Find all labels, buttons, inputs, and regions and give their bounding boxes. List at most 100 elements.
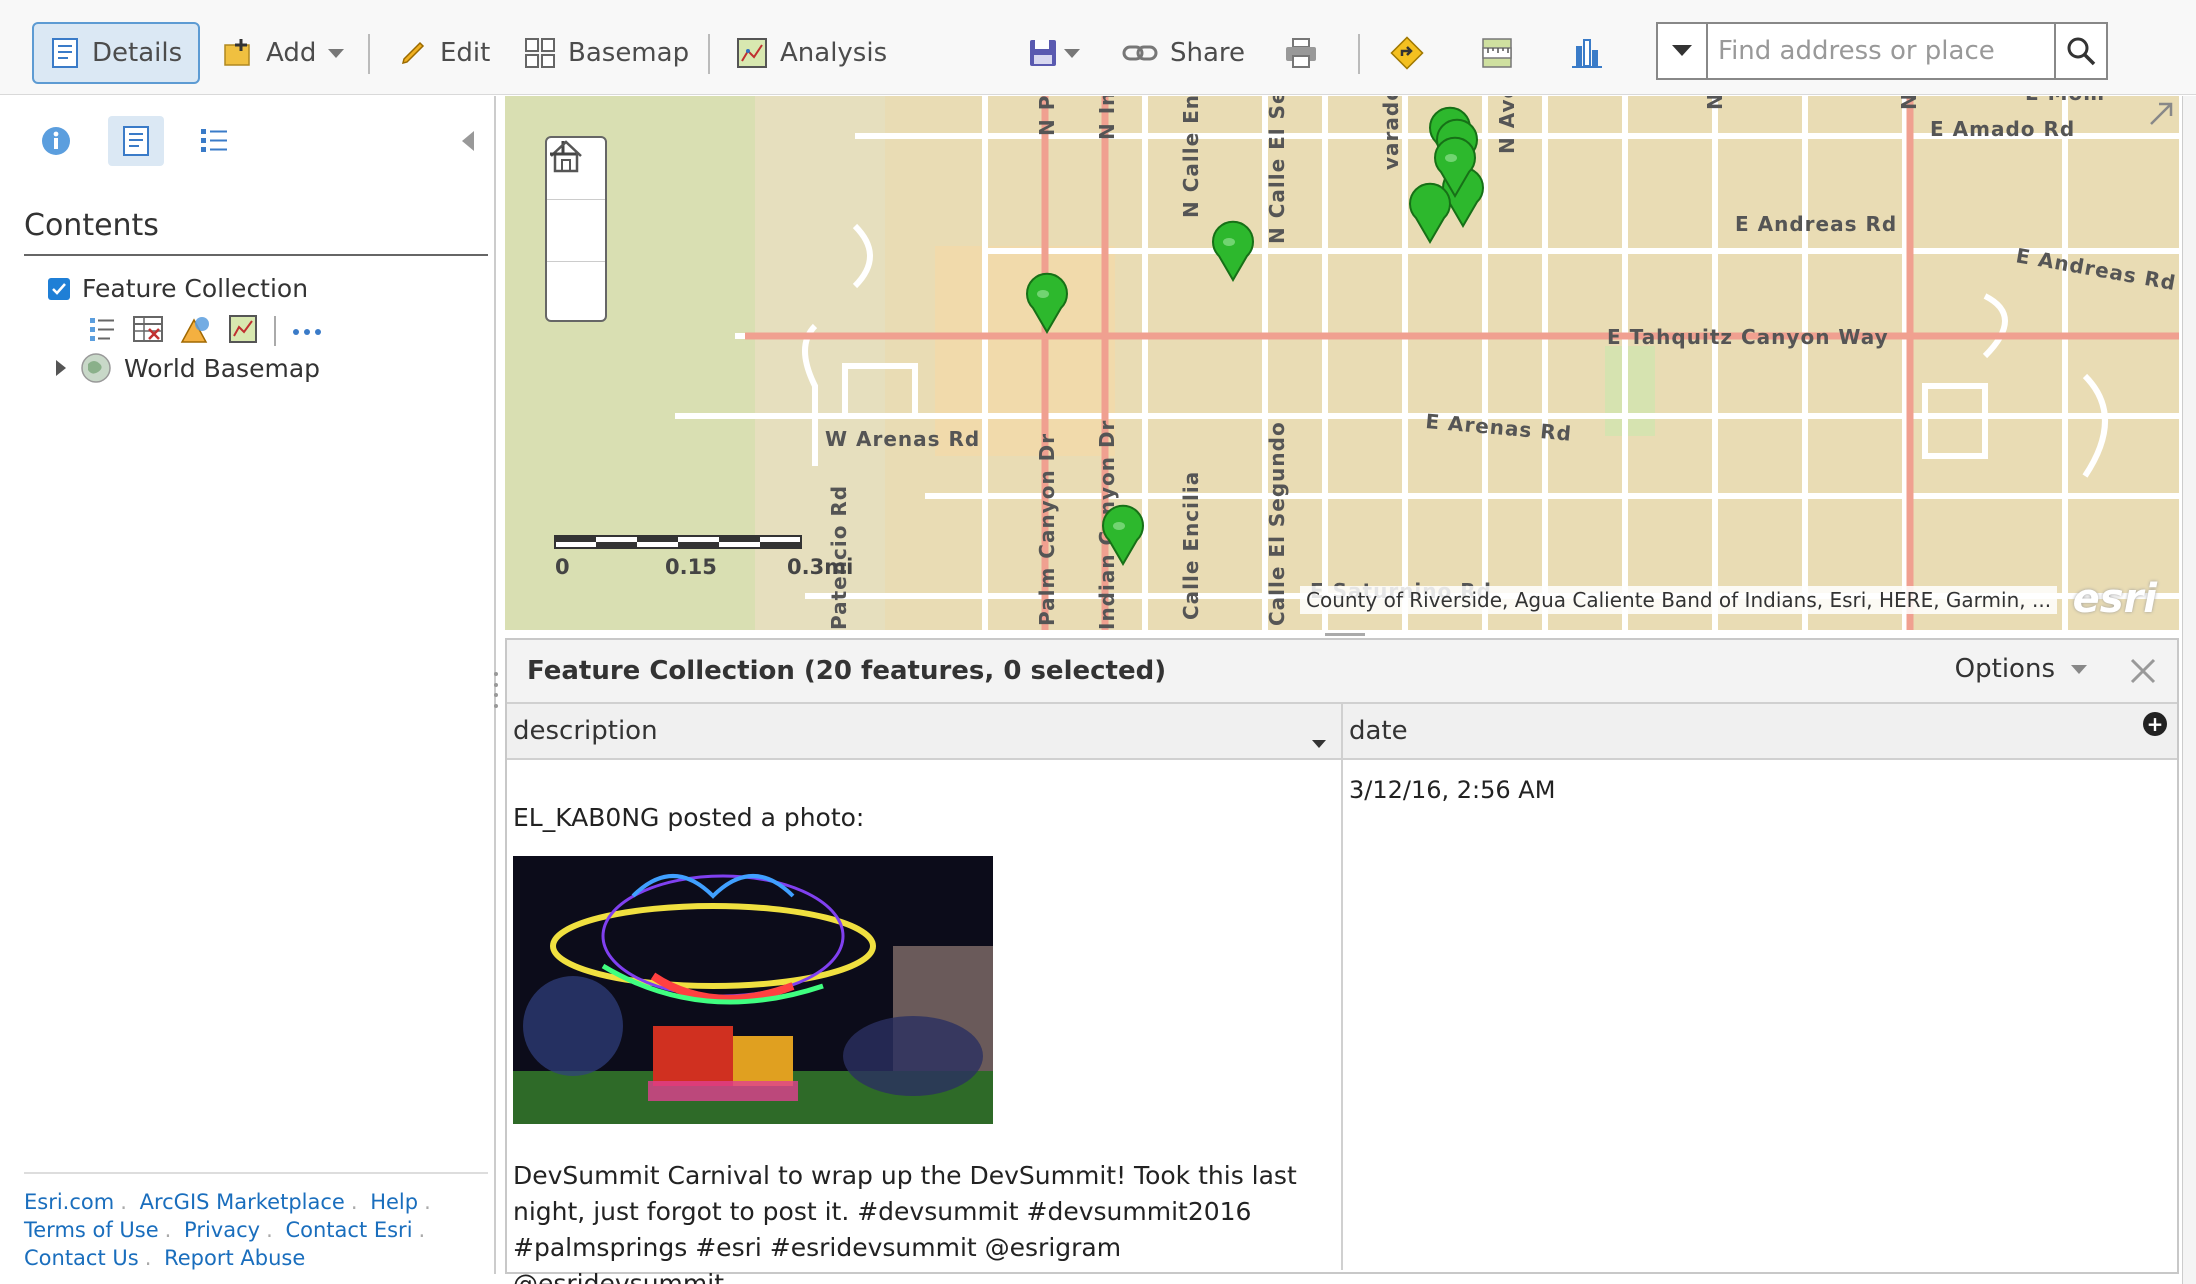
details-button[interactable]: Details (32, 22, 201, 84)
layer-label: World Basemap (124, 353, 321, 383)
analysis-label: Analysis (780, 38, 888, 68)
help-link[interactable]: Help (370, 1190, 418, 1214)
esri-com-link[interactable]: Esri.com (24, 1190, 114, 1214)
road-label-arenas-west: W Arenas Rd (825, 427, 980, 451)
table-options-button[interactable]: Options (1955, 654, 2087, 684)
edit-button[interactable]: Edit (388, 22, 500, 84)
chevron-left-icon (462, 131, 474, 151)
analysis-button[interactable]: Analysis (726, 22, 897, 84)
layer-world-basemap[interactable]: World Basemap (54, 352, 320, 384)
share-button[interactable]: Share (1112, 22, 1255, 84)
report-abuse-link[interactable]: Report Abuse (164, 1246, 305, 1270)
basemap-button[interactable]: Basemap (514, 22, 699, 84)
column-header-description[interactable]: description (507, 704, 1343, 758)
road-label-tahquitz: E Tahquitz Canyon Way (1607, 325, 1889, 349)
tab-contents[interactable] (108, 116, 164, 166)
post-header: EL_KAB0NG posted a photo: (513, 800, 1335, 836)
basemap-grid-icon (525, 38, 555, 68)
toolbar-divider (708, 34, 710, 74)
post-username: EL_KAB0NG (513, 803, 660, 832)
scale-label-mid: 0.15 (665, 555, 717, 579)
contact-us-link[interactable]: Contact Us (24, 1246, 139, 1270)
collapse-panel-button[interactable] (460, 130, 476, 156)
carnival-ride-photo (513, 856, 993, 1124)
privacy-link[interactable]: Privacy (184, 1218, 260, 1242)
layer-feature-collection[interactable]: Feature Collection (48, 274, 308, 303)
road-label-calle-encilia: Calle Encilia (1179, 471, 1203, 620)
separator-dot: . (164, 1218, 172, 1242)
show-table-button[interactable] (132, 315, 164, 347)
perform-analysis-button[interactable] (228, 314, 258, 348)
expand-triangle-icon[interactable] (54, 359, 68, 377)
sidebar: Contents Feature Collection World Basema… (8, 96, 496, 1274)
printer-icon (1286, 38, 1316, 68)
layer-visibility-checkbox[interactable] (48, 277, 70, 300)
add-button[interactable]: Add (212, 22, 354, 84)
attribute-table: Feature Collection (20 features, 0 selec… (505, 638, 2179, 1284)
post-caption: DevSummit Carnival to wrap up the DevSum… (513, 1161, 1297, 1284)
directions-button[interactable] (1380, 22, 1434, 84)
more-options-button[interactable] (292, 322, 322, 341)
column-header-date[interactable]: date + (1343, 704, 2177, 758)
default-extent-button[interactable] (547, 140, 605, 262)
search-button[interactable] (2054, 24, 2106, 78)
post-photo (513, 856, 993, 1124)
arcgis-marketplace-link[interactable]: ArcGIS Marketplace (140, 1190, 345, 1214)
date-cell: 3/12/16, 2:56 AM (1349, 776, 1556, 804)
road-label-calle-el-segundo: Calle El Segundo (1265, 421, 1289, 626)
divider (24, 254, 488, 256)
window-scrollbar[interactable] (2182, 96, 2196, 1284)
table-row[interactable]: EL_KAB0NG posted a photo: DevSummit Carn… (507, 760, 2177, 1284)
road-label-n-in: N In (1095, 96, 1119, 140)
bookmarks-button[interactable] (1560, 22, 1614, 84)
road-label-andreas-1: E Andreas Rd (1735, 212, 1897, 236)
column-label: date (1349, 716, 1408, 746)
chevron-down-icon (2071, 664, 2087, 674)
save-button[interactable] (1018, 22, 1090, 84)
toolbar-divider (1358, 34, 1360, 74)
terms-of-use-link[interactable]: Terms of Use (24, 1218, 159, 1242)
road-label-amado: E Amado Rd (1930, 117, 2075, 141)
toolbar-divider (368, 34, 370, 74)
minus-icon (550, 152, 576, 156)
map-view[interactable]: E Amado Rd E Andreas Rd E Andreas Rd E T… (505, 96, 2179, 630)
search-icon (2067, 37, 2096, 66)
road-label-alvarado: varado (1379, 96, 1403, 170)
park-area (505, 96, 755, 630)
print-button[interactable] (1274, 22, 1328, 84)
contents-title: Contents (24, 208, 159, 243)
tab-about[interactable] (28, 116, 84, 166)
show-legend-button[interactable] (88, 315, 116, 347)
style-shapes-icon (180, 317, 209, 343)
road-label-mom: E Mom (2025, 96, 2105, 105)
save-icon (1030, 40, 1056, 66)
contact-esri-link[interactable]: Contact Esri (285, 1218, 412, 1242)
map-table-resize-handle[interactable] (1325, 633, 1365, 636)
separator-dot: . (424, 1190, 431, 1214)
separator-dot: . (266, 1218, 273, 1242)
zoom-out-button[interactable] (547, 152, 605, 324)
measure-button[interactable] (1470, 22, 1524, 84)
link-icon (1122, 45, 1158, 61)
add-layer-icon (224, 39, 250, 66)
tab-legend[interactable] (186, 116, 242, 166)
basemap-tiles: E Amado Rd E Andreas Rd E Andreas Rd E T… (505, 96, 2179, 630)
layer-label: Feature Collection (82, 274, 309, 303)
search-source-dropdown[interactable] (1658, 24, 1708, 78)
options-label: Options (1954, 654, 2055, 684)
road-label-palm-canyon: Palm Canyon Dr (1035, 433, 1059, 626)
close-icon (2130, 658, 2156, 684)
add-column-button[interactable]: + (2143, 712, 2167, 736)
divider (274, 316, 276, 346)
panel-resize-grip[interactable] (494, 672, 500, 708)
commercial-area (935, 246, 1115, 456)
park-patch (1605, 346, 1655, 436)
change-style-button[interactable] (180, 314, 212, 348)
column-menu-button[interactable] (1311, 726, 1327, 756)
close-table-button[interactable] (2129, 654, 2157, 694)
scale-label-0: 0 (555, 555, 570, 579)
share-label: Share (1170, 38, 1246, 68)
road-label-n-calle-el-se: N Calle El Se (1265, 96, 1289, 244)
search-input[interactable] (1708, 24, 2054, 78)
layer-actions (88, 314, 322, 348)
